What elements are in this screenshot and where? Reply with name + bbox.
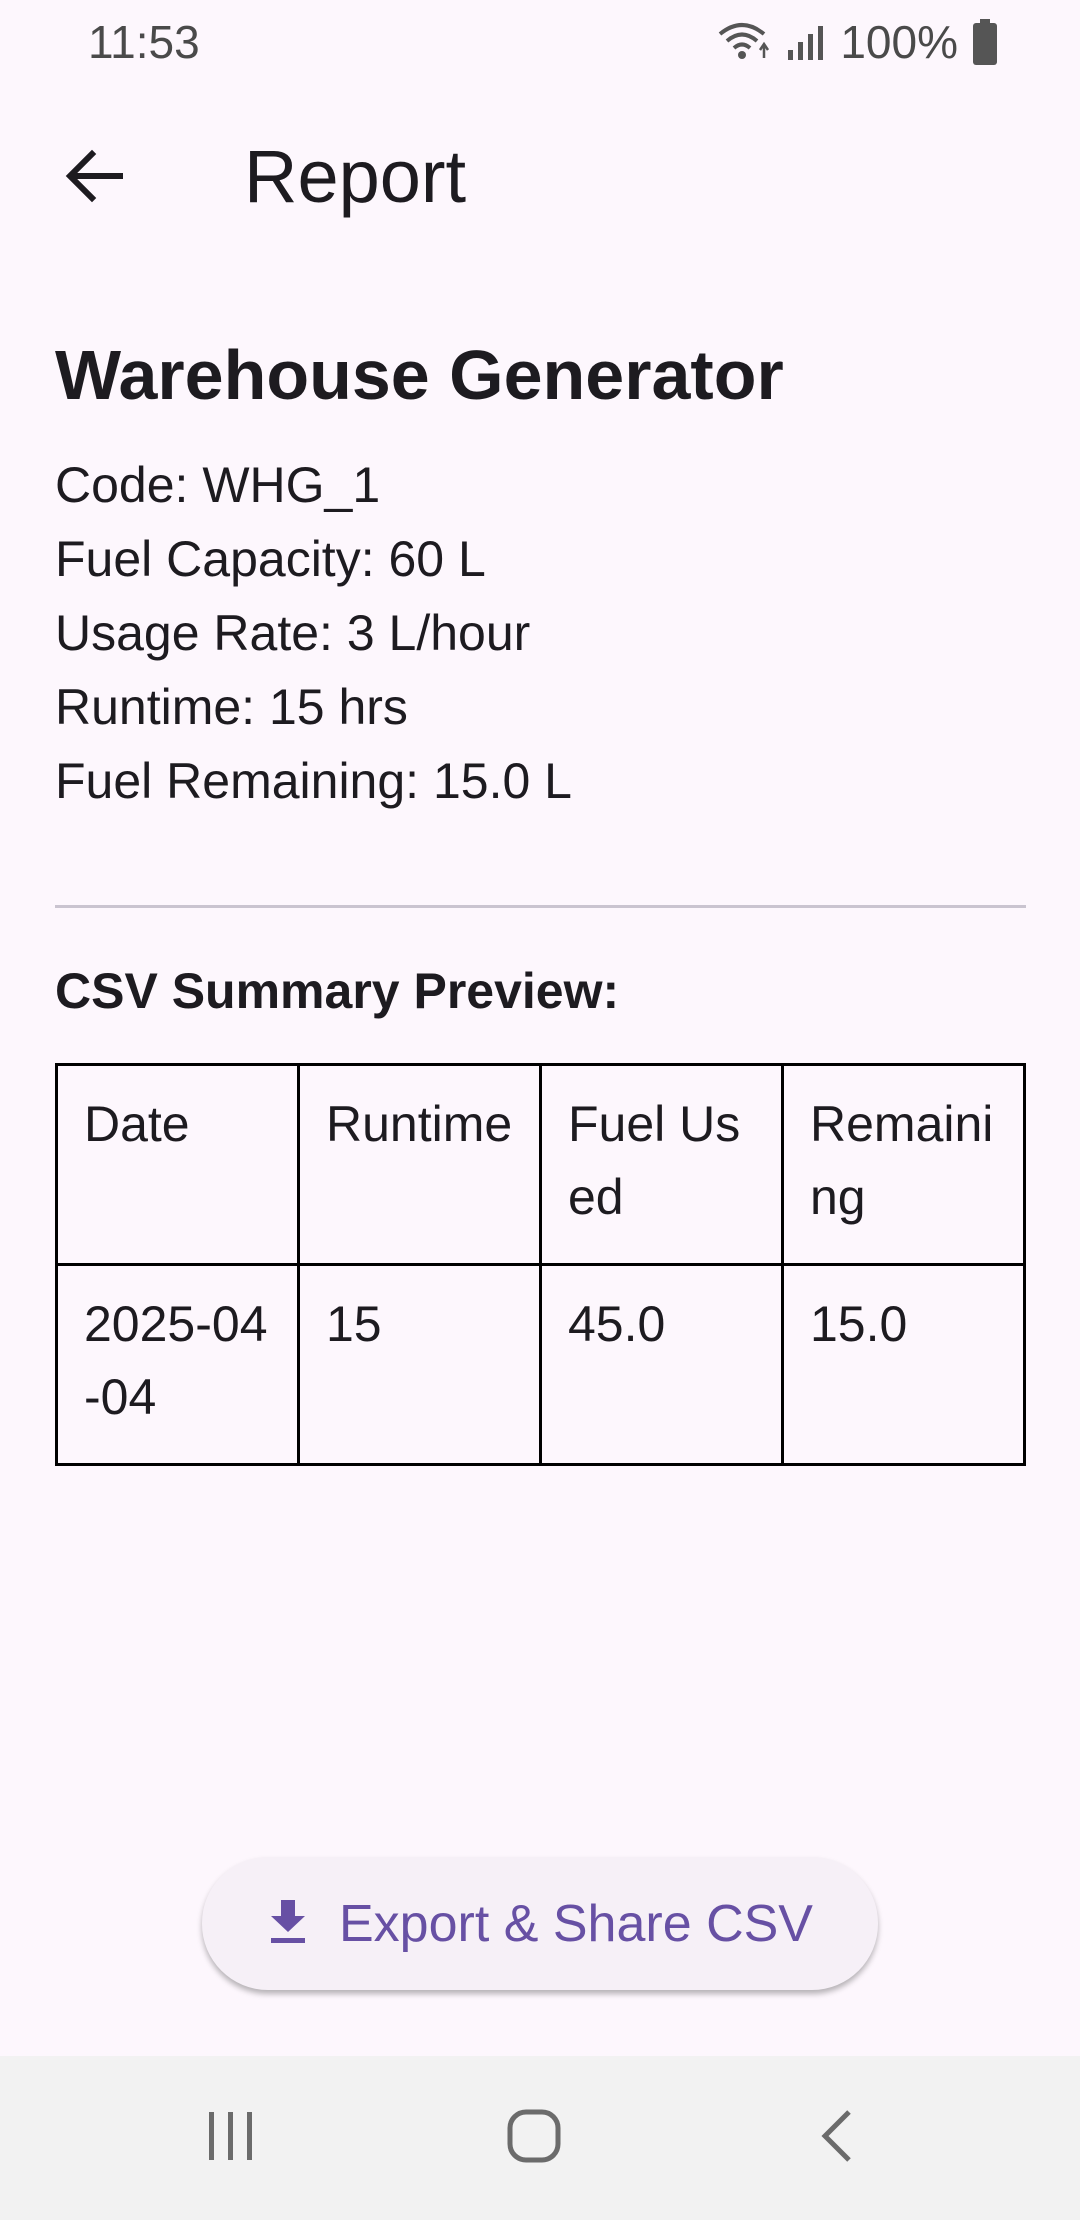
status-icons: 100% — [716, 15, 998, 69]
battery-icon — [972, 19, 998, 65]
recent-apps-icon — [205, 2110, 257, 2167]
back-button[interactable] — [52, 136, 136, 220]
app-bar: Report — [0, 100, 1080, 250]
home-button[interactable] — [489, 2108, 579, 2168]
chevron-left-icon — [817, 2108, 857, 2169]
table-header-cell: Remaining — [781, 1063, 1026, 1266]
status-time: 11:53 — [88, 16, 200, 68]
detail-fuel-capacity: Fuel Capacity: 60 L — [55, 531, 486, 587]
battery-percent: 100% — [840, 16, 958, 68]
csv-preview-table: Date Runtime Fuel Used Remaining 2025-04… — [55, 1063, 1026, 1466]
detail-fuel-remaining: Fuel Remaining: 15.0 L — [55, 753, 572, 809]
signal-icon — [786, 22, 826, 62]
export-share-csv-button[interactable]: Export & Share CSV — [202, 1857, 878, 1990]
device-name: Warehouse Generator — [55, 336, 784, 414]
table-cell-remaining: 15.0 — [781, 1263, 1026, 1466]
table-header-cell: Runtime — [297, 1063, 542, 1266]
detail-code: Code: WHG_1 — [55, 457, 381, 513]
recent-apps-button[interactable] — [186, 2108, 276, 2168]
detail-runtime: Runtime: 15 hrs — [55, 679, 408, 735]
table-header-row: Date Runtime Fuel Used Remaining — [55, 1063, 1026, 1266]
table-cell-fuel-used: 45.0 — [539, 1263, 784, 1466]
nav-back-button[interactable] — [792, 2108, 882, 2168]
page-title: Report — [244, 135, 467, 218]
table-cell-runtime: 15 — [297, 1263, 542, 1466]
system-nav-bar — [0, 2056, 1080, 2220]
table-header-cell: Date — [55, 1063, 300, 1266]
csv-preview-title: CSV Summary Preview: — [55, 963, 620, 1019]
download-icon — [267, 1898, 309, 1949]
report-screen: 11:53 100% Report Warehouse Generator Co… — [0, 0, 1080, 2220]
export-button-label: Export & Share CSV — [339, 1894, 813, 1953]
status-bar: 11:53 100% — [0, 0, 1080, 84]
table-row: 2025-04-04 15 45.0 15.0 — [55, 1263, 1026, 1466]
divider — [55, 905, 1026, 908]
table-header-cell: Fuel Used — [539, 1063, 784, 1266]
device-info: Warehouse Generator Code: WHG_1 Fuel Cap… — [55, 330, 1026, 818]
detail-usage-rate: Usage Rate: 3 L/hour — [55, 605, 531, 661]
device-details: Code: WHG_1 Fuel Capacity: 60 L Usage Ra… — [55, 448, 1026, 818]
arrow-back-icon — [64, 148, 124, 209]
home-icon — [506, 2108, 562, 2169]
table-cell-date: 2025-04-04 — [55, 1263, 300, 1466]
wifi-icon — [716, 20, 772, 64]
